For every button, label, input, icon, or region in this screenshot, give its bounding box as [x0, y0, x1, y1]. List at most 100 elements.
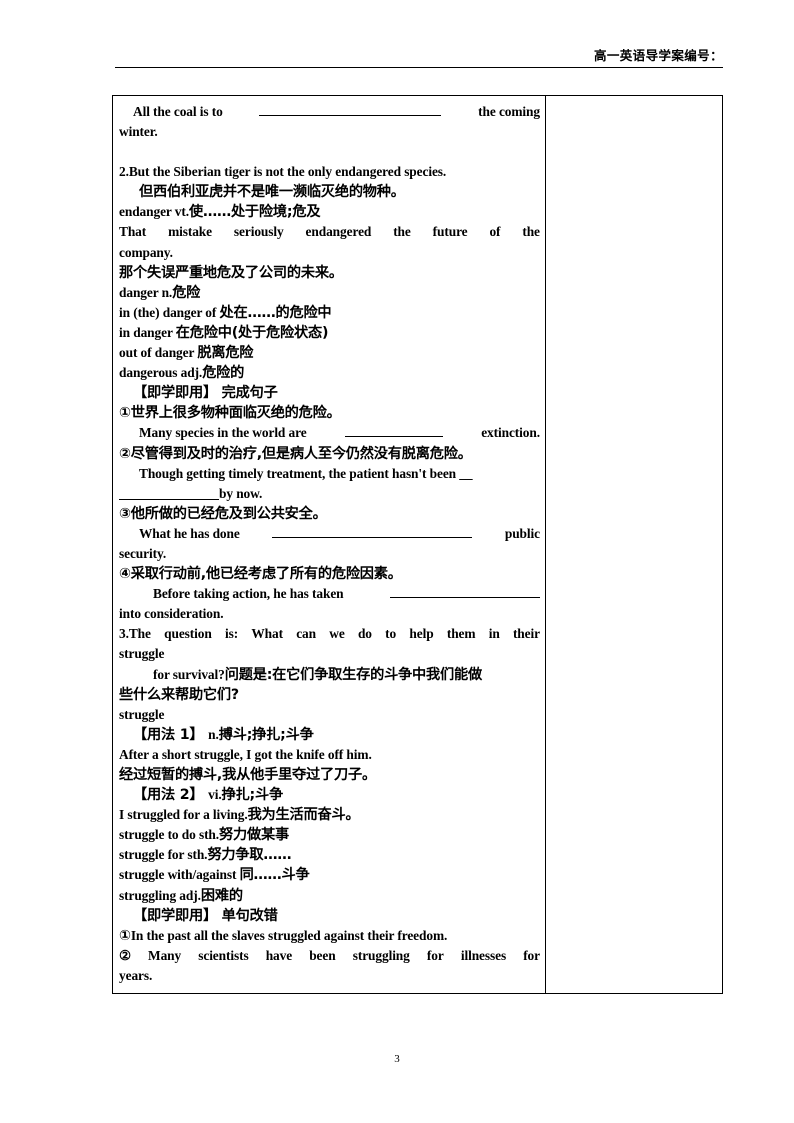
- text-line: endanger vt.使……处于险境;危及: [119, 202, 540, 222]
- line-text: I struggled for a living.: [119, 807, 248, 823]
- line-text: the coming: [478, 104, 540, 119]
- text-line: ② Many scientists have been struggling f…: [119, 946, 540, 966]
- line-text: in: [488, 626, 500, 642]
- text-line: struggle with/against 同……斗争: [119, 865, 540, 885]
- line-text: help: [409, 626, 434, 642]
- text-line: company.: [119, 244, 173, 260]
- line-text: is:: [224, 626, 239, 642]
- line-text: them: [446, 626, 476, 642]
- line-text: to: [385, 626, 397, 642]
- text-line: What he has done public: [119, 524, 540, 544]
- fill-in-blank: [272, 524, 473, 538]
- line-text: mistake: [168, 224, 212, 240]
- line-text: 危险的: [202, 365, 245, 382]
- line-text: 使……处于险境;危及: [188, 204, 321, 221]
- line-text: struggle with/against: [119, 867, 240, 883]
- line-text: for survival?: [153, 666, 225, 682]
- line-text: struggling adj.: [119, 887, 201, 903]
- text-line: Though getting timely treatment, the pat…: [139, 465, 473, 481]
- line-text: 努力做某事: [219, 827, 289, 844]
- line-text: 同……斗争: [239, 867, 310, 884]
- line-text: out of danger: [119, 345, 198, 361]
- line-text: extinction.: [481, 425, 540, 441]
- line-text: seriously: [233, 224, 284, 240]
- line-text: 【用法 1】: [133, 726, 209, 743]
- line-text: in (the) danger of: [119, 304, 220, 320]
- line-text: the: [522, 224, 540, 240]
- page-number: 3: [394, 1053, 400, 1065]
- line-text: their: [512, 626, 540, 642]
- line-text: scientists: [198, 947, 249, 963]
- line-text: Many: [148, 947, 182, 963]
- text-line: danger n.危险: [119, 283, 540, 303]
- line-text: 危险: [172, 284, 201, 301]
- text-line: All the coal is to the coming: [119, 102, 540, 122]
- text-line: 2.But the Siberian tiger is not the only…: [119, 164, 447, 180]
- text-line: After a short struggle, I got the knife …: [119, 746, 372, 762]
- line-text: 3.The: [119, 626, 151, 642]
- line-text: What he has done: [139, 525, 240, 541]
- page-header-title: 高一英语导学案编号：: [593, 48, 723, 63]
- line-text: 困难的: [200, 887, 243, 904]
- section-heading: 【即学即用】 单句改错: [133, 907, 278, 924]
- line-text: 搏斗;挣扎;斗争: [218, 726, 314, 743]
- line-text: for: [426, 947, 444, 963]
- line-text: Before taking action, he has taken: [153, 586, 344, 602]
- line-text: have: [265, 947, 293, 963]
- text-line: ①In the past all the slaves struggled ag…: [119, 926, 540, 946]
- text-line: in danger 在危险中(处于危险状态): [119, 323, 540, 343]
- fill-in-blank: [390, 584, 540, 599]
- text-line: ②尽管得到及时的治疗,但是病人至今仍然没有脱离危险。: [119, 445, 472, 462]
- line-text: by now.: [219, 485, 263, 501]
- line-text: That: [119, 224, 147, 240]
- line-text: the: [393, 224, 411, 240]
- line-text: in danger: [119, 324, 176, 340]
- text-line: 【用法 1】 n.搏斗;挣扎;斗争: [119, 725, 540, 745]
- text-line: struggling adj.困难的: [119, 886, 540, 906]
- text-line: Before taking action, he has taken: [119, 584, 540, 604]
- text-line: struggle for sth.努力争取……: [119, 845, 540, 865]
- text-line: ④采取行动前,他已经考虑了所有的危险因素。: [119, 566, 402, 583]
- line-text: of: [489, 224, 501, 240]
- text-line: 经过短暂的搏斗,我从他手里夺过了刀子。: [119, 767, 376, 783]
- text-line: ①世界上很多物种面临灭绝的危险。: [119, 405, 341, 422]
- page-header: 高一英语导学案编号：: [115, 48, 723, 68]
- text-line: Many species in the world are extinction…: [119, 423, 540, 443]
- table-cell-side-notes: [546, 96, 722, 993]
- text-line: years.: [119, 967, 153, 983]
- text-line: for survival?问题是:在它们争取生存的斗争中我们能做: [119, 665, 540, 685]
- text-line: in (the) danger of 处在……的危险中: [119, 303, 540, 323]
- line-text: dangerous adj.: [119, 365, 203, 381]
- text-line: ③他所做的已经危及到公共安全。: [119, 505, 327, 522]
- line-text: endanger vt.: [119, 204, 189, 220]
- fill-in-blank: [344, 423, 443, 438]
- line-text: struggle to do sth.: [119, 827, 220, 843]
- text-line: out of danger 脱离危险: [119, 343, 540, 363]
- line-text: struggle for sth.: [119, 847, 208, 863]
- table-cell-main: All the coal is to the coming winter. 2.…: [113, 96, 546, 994]
- line-text: n.: [208, 726, 219, 742]
- text-line: 3.The question is: What can we do to hel…: [119, 624, 540, 644]
- line-text: 在危险中(处于危险状态): [175, 324, 329, 341]
- list-marker: ②: [119, 947, 131, 963]
- line-text: In the past all the slaves struggled aga…: [130, 927, 448, 943]
- line-text: What: [251, 626, 283, 642]
- text-line: 但西伯利亚虎并不是唯一濒临灭绝的物种。: [139, 184, 405, 201]
- text-line: That mistake seriously endangered the fu…: [119, 222, 540, 242]
- line-text: do: [357, 626, 372, 642]
- content-table: All the coal is to the coming winter. 2.…: [112, 95, 723, 995]
- text-line: winter.: [119, 124, 158, 140]
- text-line: by now.: [119, 484, 540, 504]
- line-text: Many species in the world are: [139, 425, 307, 441]
- text-line: dangerous adj.危险的: [119, 363, 540, 383]
- line-text: 【用法 2】: [133, 787, 209, 804]
- text-line: 那个失误严重地危及了公司的未来。: [119, 264, 343, 281]
- line-text: 我为生活而奋斗。: [247, 807, 360, 824]
- line-text: can: [296, 626, 316, 642]
- line-text: question: [164, 626, 212, 642]
- line-text: 脱离危险: [197, 345, 254, 362]
- line-text: public: [504, 525, 540, 541]
- text-line: struggle to do sth.努力做某事: [119, 825, 540, 845]
- text-line: 【用法 2】 vi.挣扎;斗争: [119, 785, 540, 805]
